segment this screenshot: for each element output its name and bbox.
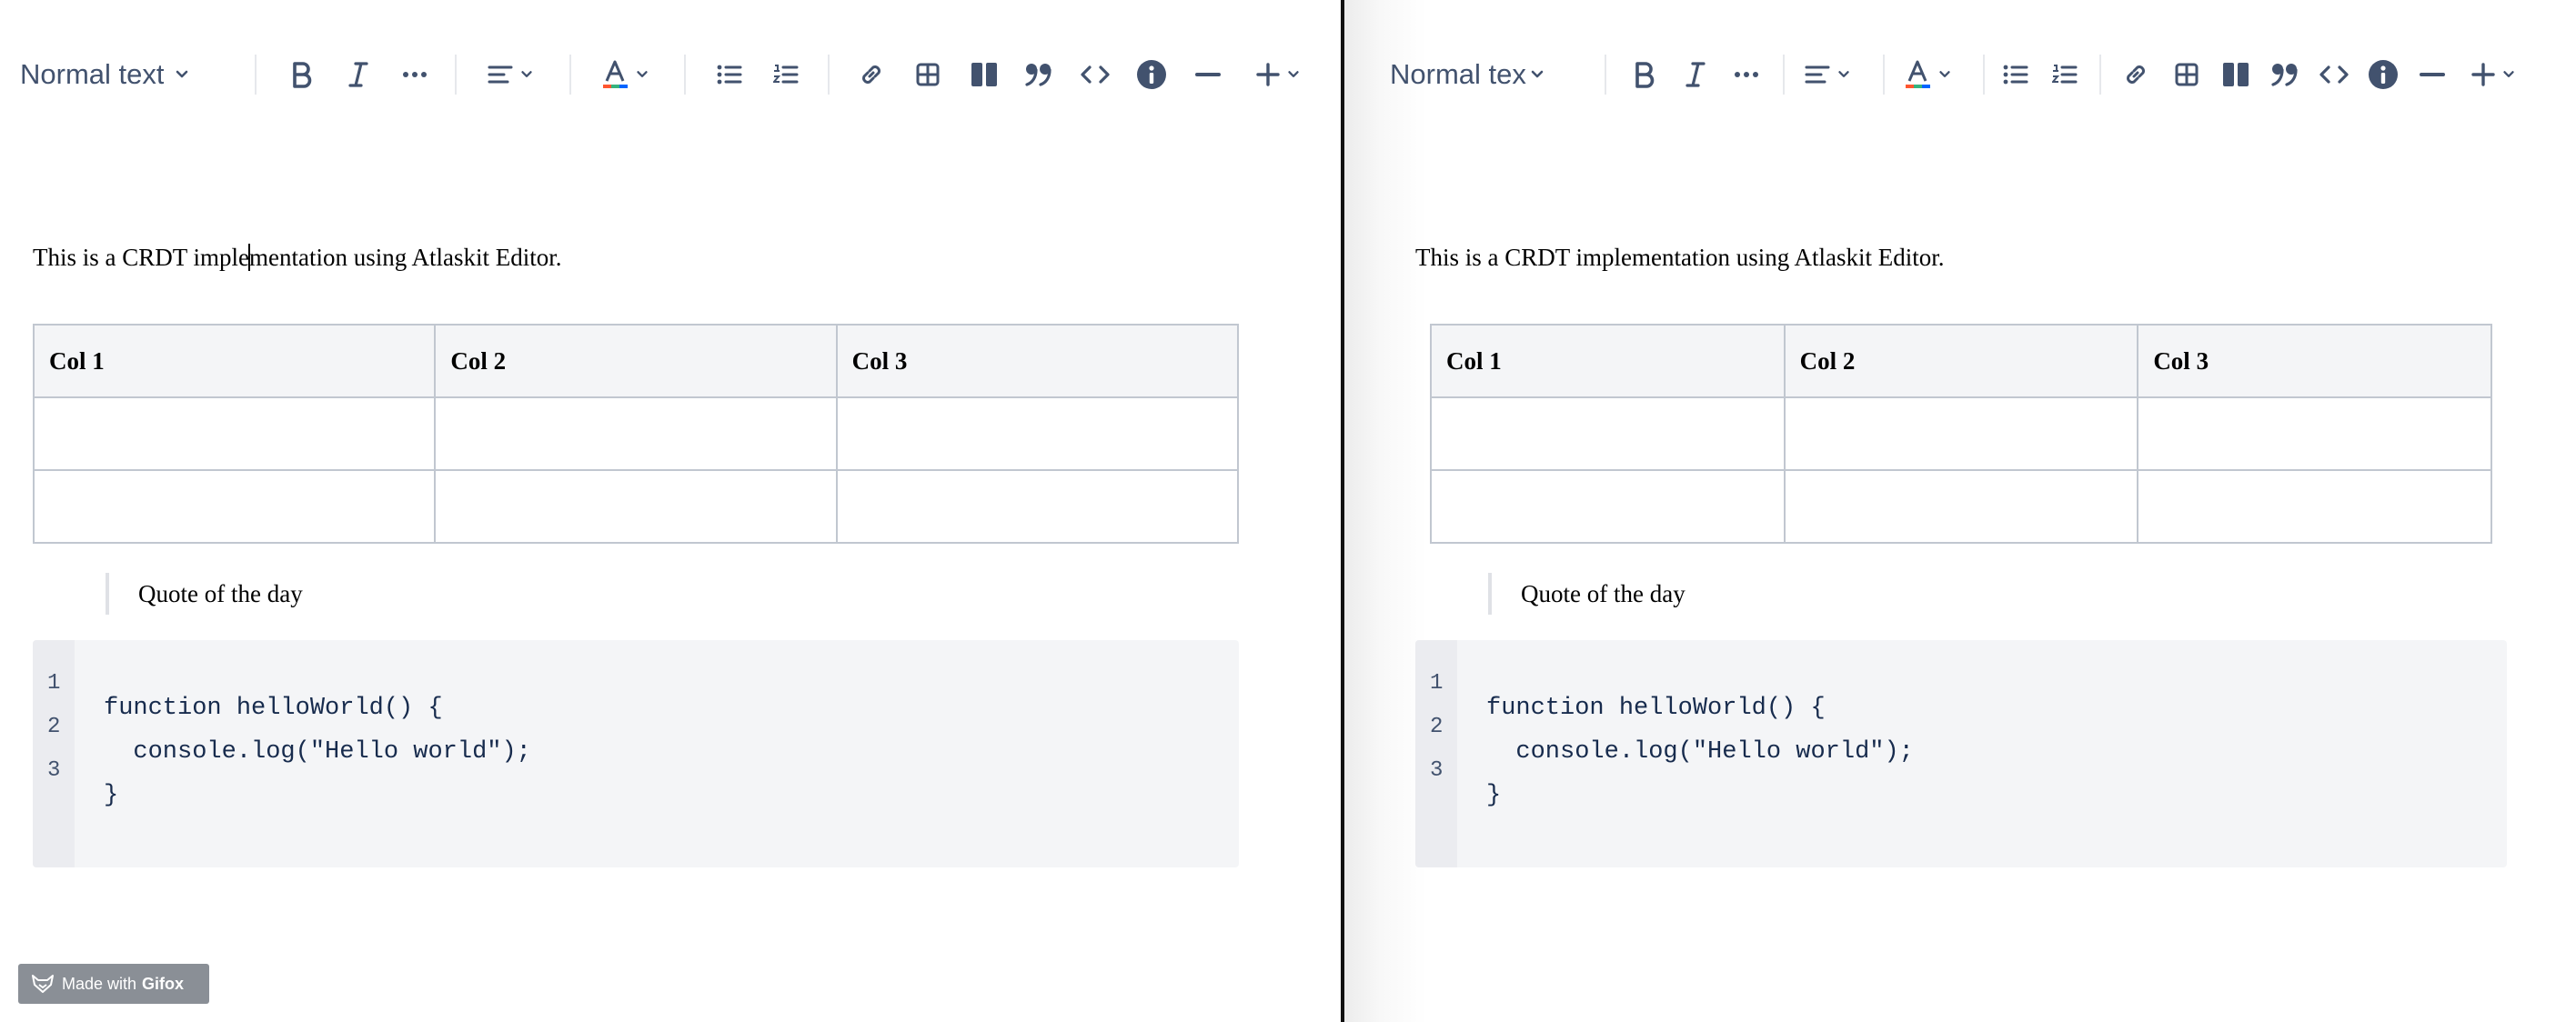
table-header-cell[interactable]: Col 3	[835, 324, 1240, 398]
table-row	[1430, 396, 2492, 471]
table-cell[interactable]	[835, 469, 1240, 544]
paragraph[interactable]: This is a CRDT implementation using Atla…	[33, 244, 562, 272]
table[interactable]: Col 1 Col 2 Col 3	[32, 324, 1240, 544]
line-number: 2	[1430, 715, 1444, 739]
code-block[interactable]: 1 2 3 function helloWorld() { console.lo…	[33, 640, 1239, 867]
table-header-row: Col 1 Col 2 Col 3	[32, 324, 1240, 398]
code-line: }	[104, 782, 119, 809]
code-line: function helloWorld() {	[1486, 695, 1826, 722]
table[interactable]: Col 1 Col 2 Col 3	[1430, 324, 2492, 544]
editor-pane-left: Normal text This is a CRDT implementatio…	[0, 0, 1341, 1022]
fox-logo-icon	[32, 975, 54, 993]
table-cell[interactable]	[32, 469, 437, 544]
line-number: 3	[1430, 758, 1444, 783]
table-header-cell[interactable]: Col 2	[1783, 324, 2139, 398]
editor-content[interactable]: This is a CRDT implementation using Atla…	[0, 0, 1341, 1022]
line-number: 1	[1430, 671, 1444, 696]
table-row	[32, 396, 1240, 471]
code-block[interactable]: 1 2 3 function helloWorld() { console.lo…	[1415, 640, 2507, 867]
code-line: }	[1486, 782, 1502, 809]
table-cell[interactable]	[835, 396, 1240, 471]
table-cell[interactable]	[1783, 469, 2139, 544]
table-cell[interactable]	[1430, 469, 1786, 544]
paragraph[interactable]: This is a CRDT implementation using Atla…	[1415, 244, 1945, 272]
blockquote[interactable]: Quote of the day	[1488, 573, 1685, 615]
editor-content[interactable]: This is a CRDT implementation using Atla…	[1344, 0, 2576, 1022]
table-header-row: Col 1 Col 2 Col 3	[1430, 324, 2492, 398]
code-line: console.log("Hello world");	[1486, 738, 1914, 766]
table-cell[interactable]	[434, 469, 838, 544]
table-cell[interactable]	[32, 396, 437, 471]
code-line: console.log("Hello world");	[104, 738, 531, 766]
table-cell[interactable]	[1783, 396, 2139, 471]
watermark-brand: Gifox	[142, 974, 185, 993]
table-row	[32, 469, 1240, 544]
table-header-cell[interactable]: Col 3	[2137, 324, 2492, 398]
line-number: 2	[47, 715, 61, 739]
code-line: function helloWorld() {	[104, 695, 443, 722]
blockquote[interactable]: Quote of the day	[106, 573, 303, 615]
table-header-cell[interactable]: Col 1	[32, 324, 437, 398]
watermark-prefix: Made with	[62, 974, 137, 993]
paragraph-text: This is a CRDT imple	[33, 244, 250, 271]
editor-pane-right: Normal text This is a CRDT implementatio…	[1344, 0, 2576, 1022]
table-cell[interactable]	[434, 396, 838, 471]
table-cell[interactable]	[1430, 396, 1786, 471]
table-header-cell[interactable]: Col 2	[434, 324, 838, 398]
paragraph-text: mentation using Atlaskit Editor.	[249, 244, 562, 271]
table-header-cell[interactable]: Col 1	[1430, 324, 1786, 398]
table-cell[interactable]	[2137, 396, 2492, 471]
table-row	[1430, 469, 2492, 544]
table-cell[interactable]	[2137, 469, 2492, 544]
gifox-watermark: Made with Gifox	[18, 964, 209, 1004]
line-number: 1	[47, 671, 61, 696]
line-number: 3	[47, 758, 61, 783]
